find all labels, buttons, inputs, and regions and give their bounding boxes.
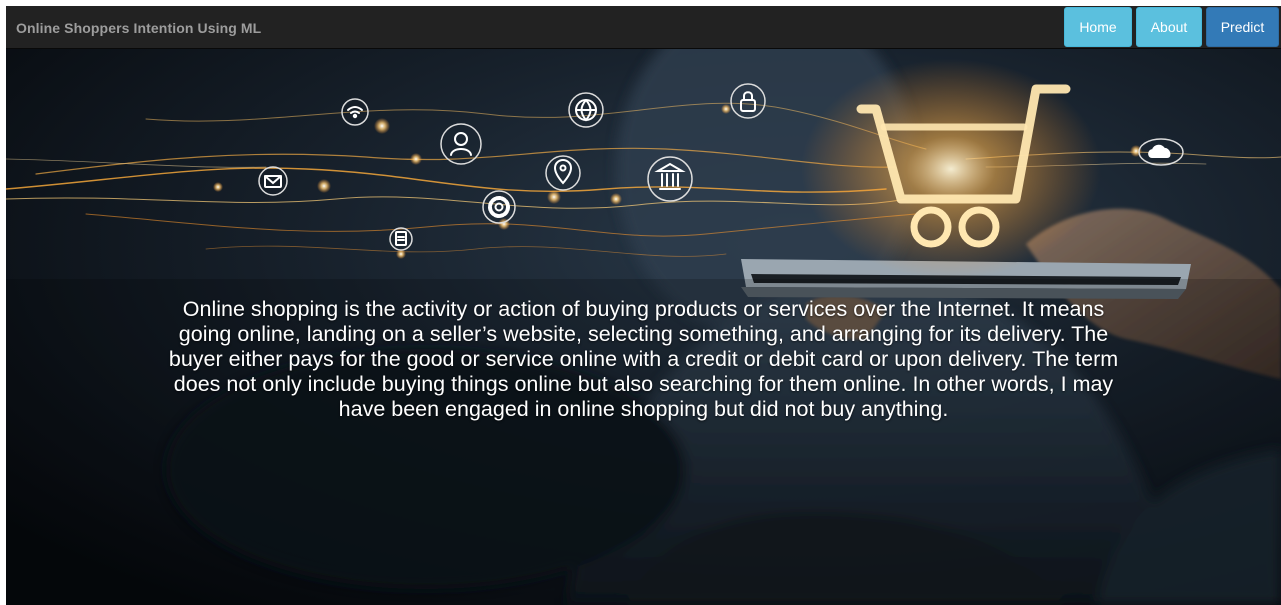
navbar: Online Shoppers Intention Using ML Home …: [6, 6, 1281, 49]
about-button[interactable]: About: [1136, 7, 1202, 47]
predict-button[interactable]: Predict: [1206, 7, 1279, 47]
brand-title[interactable]: Online Shoppers Intention Using ML: [16, 20, 261, 36]
hero-description: Online shopping is the activity or actio…: [168, 297, 1119, 421]
page-frame: Online Shoppers Intention Using ML Home …: [6, 6, 1281, 605]
hero-banner: Online shopping is the activity or actio…: [6, 49, 1281, 605]
home-button[interactable]: Home: [1064, 7, 1132, 47]
